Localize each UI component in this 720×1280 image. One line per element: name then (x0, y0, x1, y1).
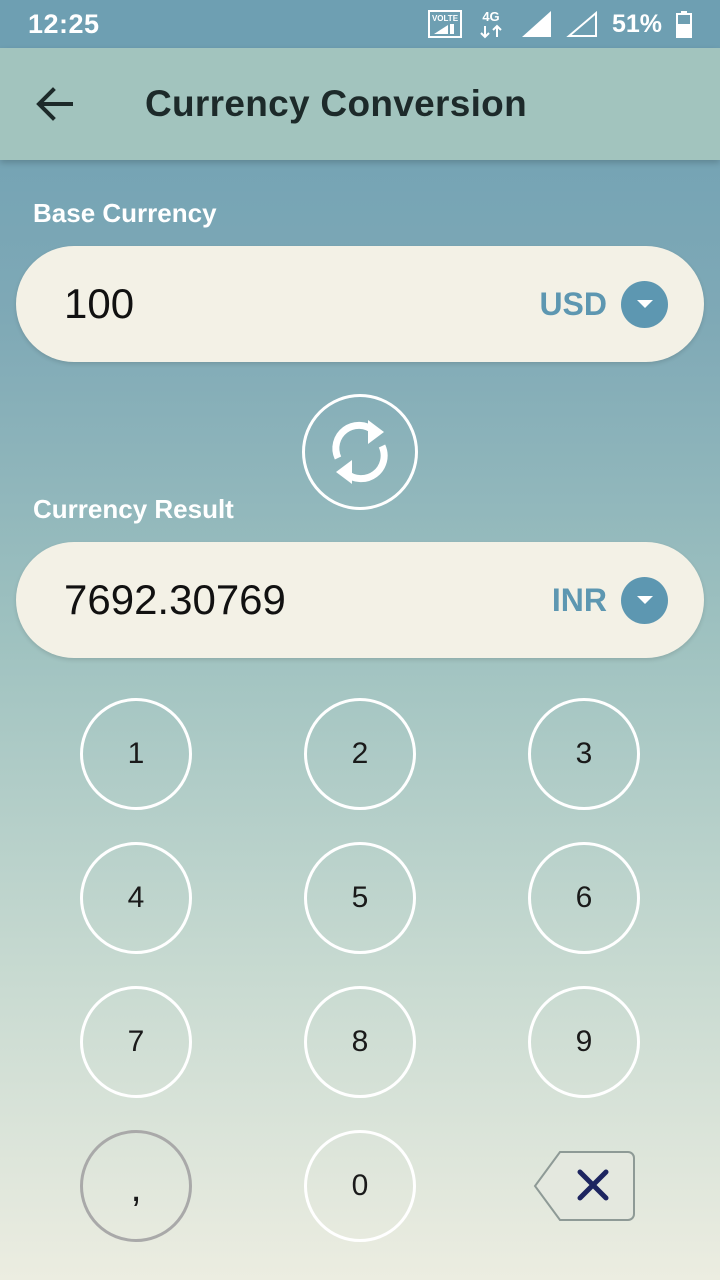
key-9[interactable]: 9 (528, 986, 640, 1098)
status-icons: VOLTE 4G 51% (427, 8, 692, 40)
signal-full-icon (521, 11, 551, 37)
backspace-button[interactable] (532, 1148, 636, 1224)
key-0[interactable]: 0 (304, 1130, 416, 1242)
result-amount-field: 7692.30769 INR (16, 542, 704, 658)
volte-text: VOLTE (432, 14, 459, 23)
key-2[interactable]: 2 (304, 698, 416, 810)
key-1[interactable]: 1 (80, 698, 192, 810)
base-amount-value: 100 (64, 280, 135, 327)
network-4g-icon: 4G (480, 9, 502, 39)
back-button[interactable] (0, 48, 110, 160)
volte-icon: VOLTE (427, 10, 462, 38)
result-amount-value: 7692.30769 (64, 576, 286, 623)
base-currency-label: Base Currency (33, 198, 217, 228)
base-amount-field[interactable]: 100 USD (16, 246, 704, 362)
key-8[interactable]: 8 (304, 986, 416, 1098)
refresh-icon (332, 420, 388, 484)
base-currency-code: USD (539, 285, 607, 322)
key-comma[interactable]: , (80, 1130, 192, 1242)
key-4[interactable]: 4 (80, 842, 192, 954)
swap-currencies-button[interactable] (302, 394, 418, 510)
status-bar: 12:25 VOLTE 4G 51% (0, 0, 720, 48)
key-6[interactable]: 6 (528, 842, 640, 954)
backspace-icon (533, 1151, 635, 1221)
result-currency-code: INR (551, 581, 607, 618)
signal-empty-icon (566, 10, 597, 37)
key-5[interactable]: 5 (304, 842, 416, 954)
battery-percent: 51% (611, 9, 662, 38)
key-7[interactable]: 7 (80, 986, 192, 1098)
currency-result-label: Currency Result (33, 494, 234, 524)
arrow-back-icon (36, 87, 73, 121)
network-text: 4G (482, 9, 499, 24)
chevron-down-icon (621, 280, 668, 328)
status-time: 12:25 (28, 8, 100, 39)
result-currency-select[interactable]: INR (551, 576, 668, 624)
app-bar: Currency Conversion (0, 48, 720, 160)
chevron-down-icon (621, 576, 668, 624)
key-3[interactable]: 3 (528, 698, 640, 810)
battery-icon (676, 11, 692, 38)
page-title: Currency Conversion (145, 83, 527, 124)
base-currency-select[interactable]: USD (539, 280, 668, 328)
